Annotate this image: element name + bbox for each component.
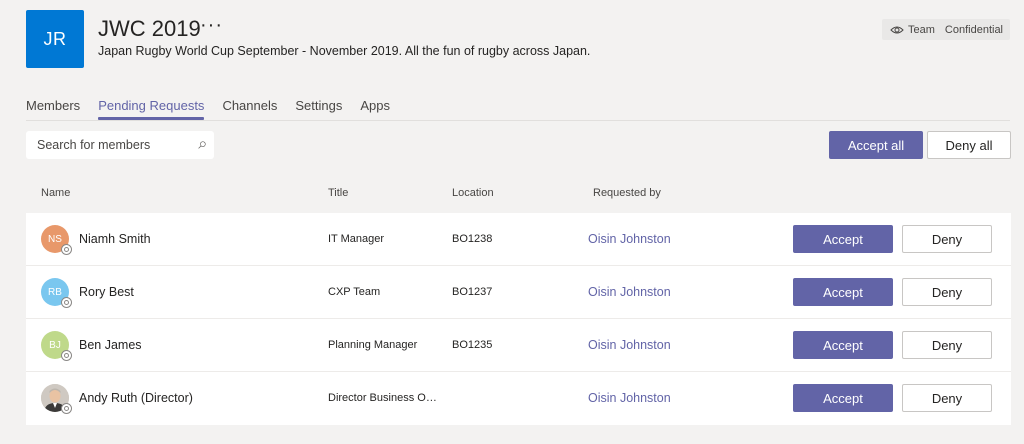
column-header-title: Title xyxy=(328,187,349,199)
visibility-badge: Team xyxy=(908,23,935,36)
search-icon[interactable] xyxy=(198,138,206,152)
tab-channels[interactable]: Channels xyxy=(222,98,277,118)
tab-settings[interactable]: Settings xyxy=(295,98,342,118)
presence-unknown-icon xyxy=(61,403,72,414)
eye-icon xyxy=(890,26,904,33)
accept-all-button[interactable]: Accept all xyxy=(829,131,923,159)
requested-by-link[interactable]: Oisin Johnston xyxy=(588,285,671,299)
table-row: RB Rory Best CXP Team BO1237 Oisin Johns… xyxy=(26,266,1011,319)
column-header-requested-by: Requested by xyxy=(593,187,661,199)
tab-pending-requests[interactable]: Pending Requests xyxy=(98,98,205,120)
member-title: CXP Team xyxy=(328,286,381,298)
requested-by-link[interactable]: Oisin Johnston xyxy=(588,338,671,352)
search-box xyxy=(26,131,214,159)
accept-button[interactable]: Accept xyxy=(793,225,893,253)
member-name: Niamh Smith xyxy=(79,232,151,246)
team-avatar-tile: JR xyxy=(26,10,84,68)
table-row: NS Niamh Smith IT Manager BO1238 Oisin J… xyxy=(26,213,1011,266)
member-location: BO1237 xyxy=(452,286,493,298)
tabs-divider xyxy=(26,120,1010,121)
tab-members[interactable]: Members xyxy=(26,98,80,118)
avatar: NS xyxy=(41,225,72,255)
avatar: BJ xyxy=(41,331,72,361)
member-name: Andy Ruth (Director) xyxy=(79,391,193,405)
team-title: JWC 2019 xyxy=(98,16,201,41)
column-header-name: Name xyxy=(41,187,71,199)
search-input[interactable] xyxy=(37,138,198,152)
pending-requests-list: NS Niamh Smith IT Manager BO1238 Oisin J… xyxy=(26,213,1011,425)
accept-button[interactable]: Accept xyxy=(793,384,893,412)
deny-button[interactable]: Deny xyxy=(902,225,992,253)
requested-by-link[interactable]: Oisin Johnston xyxy=(588,232,671,246)
presence-unknown-icon xyxy=(61,244,72,255)
member-title: Planning Manager xyxy=(328,339,418,351)
member-location: BO1235 xyxy=(452,339,493,351)
presence-unknown-icon xyxy=(61,297,72,308)
column-header-location: Location xyxy=(452,187,494,199)
table-row: BJ Ben James Planning Manager BO1235 Ois… xyxy=(26,319,1011,372)
tab-apps[interactable]: Apps xyxy=(360,98,390,118)
deny-button[interactable]: Deny xyxy=(902,278,992,306)
more-options-icon[interactable]: ··· xyxy=(200,14,223,37)
deny-button[interactable]: Deny xyxy=(902,331,992,359)
avatar-photo xyxy=(41,384,72,414)
classification-badge: Confidential xyxy=(944,23,1003,36)
avatar-initials: RB xyxy=(48,286,62,298)
member-title: Director Business Op... xyxy=(328,392,440,404)
member-name: Rory Best xyxy=(79,285,134,299)
presence-unknown-icon xyxy=(61,350,72,361)
avatar-initials: BJ xyxy=(49,339,61,351)
deny-button[interactable]: Deny xyxy=(902,384,992,412)
member-name: Ben James xyxy=(79,338,142,352)
requested-by-link[interactable]: Oisin Johnston xyxy=(588,391,671,405)
avatar: RB xyxy=(41,278,72,308)
team-badges: Team Confidential xyxy=(882,19,1010,40)
member-title: IT Manager xyxy=(328,233,385,245)
member-location: BO1238 xyxy=(452,233,493,245)
accept-button[interactable]: Accept xyxy=(793,278,893,306)
accept-button[interactable]: Accept xyxy=(793,331,893,359)
deny-all-button[interactable]: Deny all xyxy=(927,131,1011,159)
team-tabs: Members Pending Requests Channels Settin… xyxy=(26,98,408,120)
team-description: Japan Rugby World Cup September - Novemb… xyxy=(98,44,591,58)
table-row: Andy Ruth (Director) Director Business O… xyxy=(26,372,1011,425)
avatar-initials: NS xyxy=(48,233,62,245)
